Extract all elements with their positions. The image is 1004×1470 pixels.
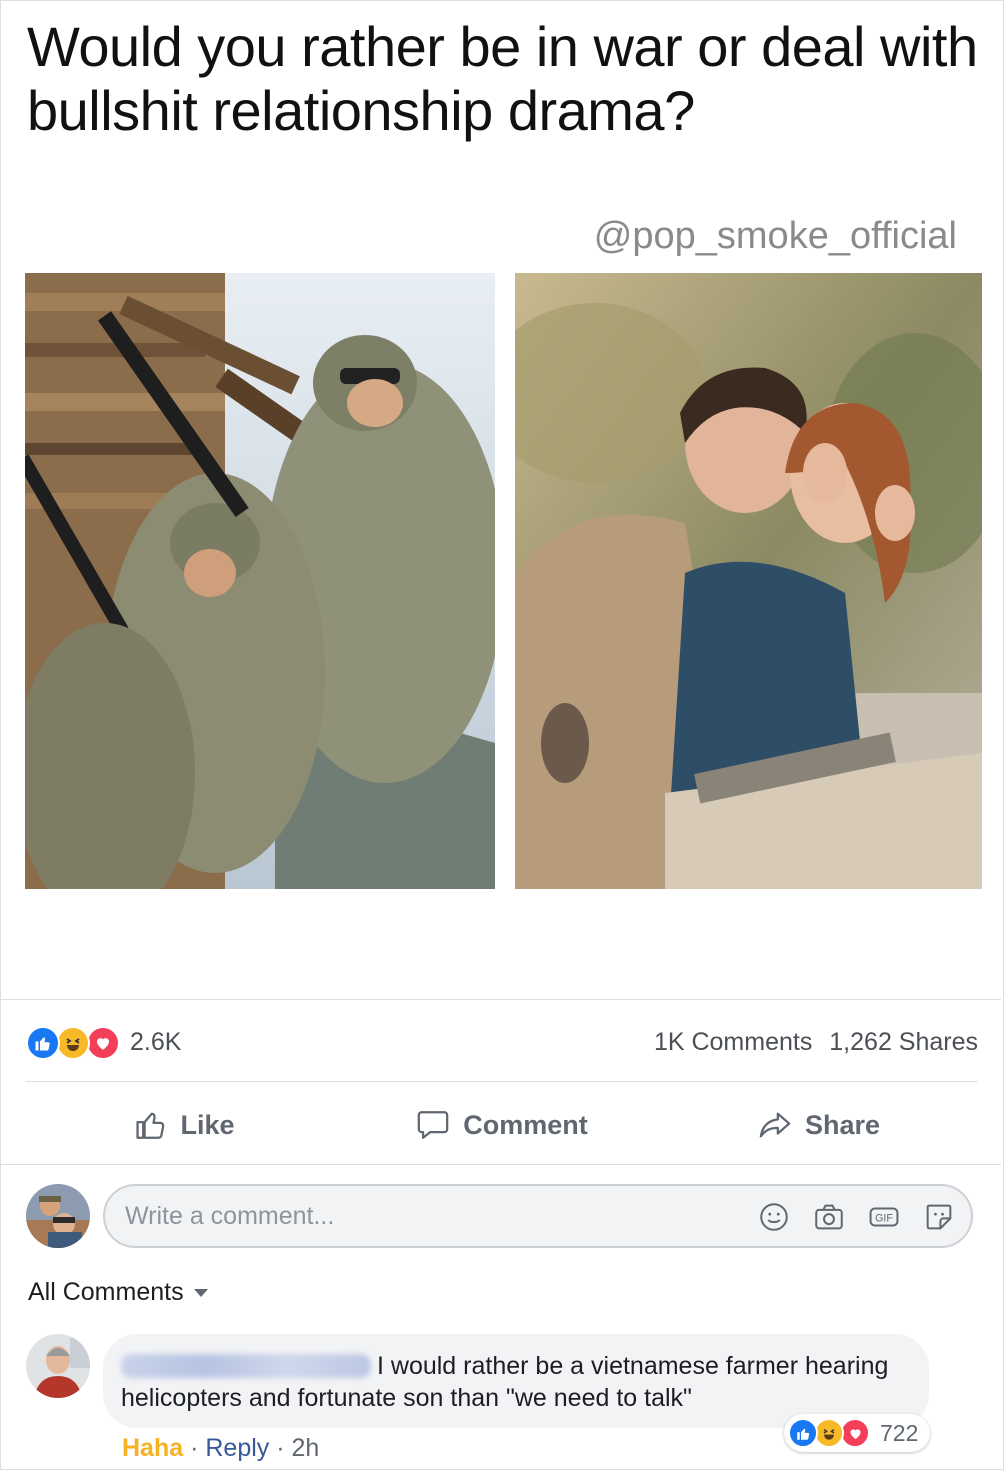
- comment-text: I would rather be a vietnamese farmer he…: [121, 1352, 889, 1412]
- comment-meta: Haha · Reply · 2h: [122, 1434, 319, 1463]
- gif-icon[interactable]: GIF: [867, 1200, 901, 1234]
- reaction-icons[interactable]: [26, 1026, 126, 1060]
- comment-reply-button[interactable]: Reply: [205, 1434, 269, 1462]
- like-reaction-icon: [788, 1418, 818, 1448]
- meme-title: Would you rather be in war or deal with …: [27, 15, 978, 142]
- divider: [1, 1164, 1001, 1165]
- share-button[interactable]: Share: [660, 1090, 977, 1160]
- couple-photo: [515, 273, 982, 889]
- comment-sort-label: All Comments: [28, 1278, 184, 1306]
- like-reaction-icon: [26, 1026, 60, 1060]
- thumbs-up-icon: [136, 1112, 165, 1139]
- current-user-avatar[interactable]: [26, 1184, 90, 1248]
- divider: [26, 1081, 978, 1082]
- reaction-count[interactable]: 2.6K: [130, 1028, 181, 1057]
- comment-input[interactable]: Write a comment... GIF: [103, 1184, 973, 1248]
- sticker-icon[interactable]: [922, 1200, 956, 1234]
- meme-watermark-handle: @pop_smoke_official: [593, 215, 957, 257]
- love-reaction-icon: [86, 1026, 120, 1060]
- comment-timestamp[interactable]: 2h: [292, 1434, 320, 1462]
- svg-text:GIF: GIF: [875, 1213, 893, 1225]
- camera-icon[interactable]: [812, 1200, 846, 1234]
- comment-sort-dropdown[interactable]: All Comments: [28, 1278, 208, 1307]
- emoji-icon[interactable]: [757, 1200, 791, 1234]
- share-button-label: Share: [804, 1109, 881, 1140]
- soldiers-photo: [25, 273, 495, 889]
- comment-button-label: Comment: [463, 1109, 588, 1140]
- haha-reaction-icon: [56, 1026, 90, 1060]
- comment-haha-button[interactable]: Haha: [122, 1434, 183, 1462]
- comment-reaction-count: 722: [880, 1420, 919, 1446]
- comment-reaction-summary[interactable]: 722: [784, 1414, 930, 1452]
- shares-count-link[interactable]: 1,262 Shares: [829, 1028, 978, 1056]
- commenter-avatar[interactable]: [26, 1334, 90, 1398]
- reaction-summary-bar: 2.6K 1K Comments 1,262 Shares: [26, 1022, 978, 1064]
- haha-reaction-icon: [814, 1418, 844, 1448]
- comments-count-link[interactable]: 1K Comments: [654, 1028, 812, 1056]
- love-reaction-icon: [840, 1418, 870, 1448]
- comment-button[interactable]: Comment: [343, 1090, 660, 1160]
- meta-separator: ·: [190, 1434, 199, 1462]
- like-button-label: Like: [180, 1109, 235, 1140]
- post-image[interactable]: Would you rather be in war or deal with …: [1, 1, 1001, 1000]
- share-arrow-icon: [759, 1112, 791, 1138]
- comment-input-placeholder: Write a comment...: [125, 1202, 335, 1230]
- meta-separator: ·: [276, 1434, 285, 1462]
- like-button[interactable]: Like: [26, 1090, 343, 1160]
- post-actions: Like Comment Share: [26, 1090, 978, 1160]
- post-counts: 1K Comments 1,262 Shares: [644, 1028, 978, 1057]
- speech-bubble-icon: [417, 1111, 449, 1139]
- caret-down-icon: [193, 1288, 208, 1297]
